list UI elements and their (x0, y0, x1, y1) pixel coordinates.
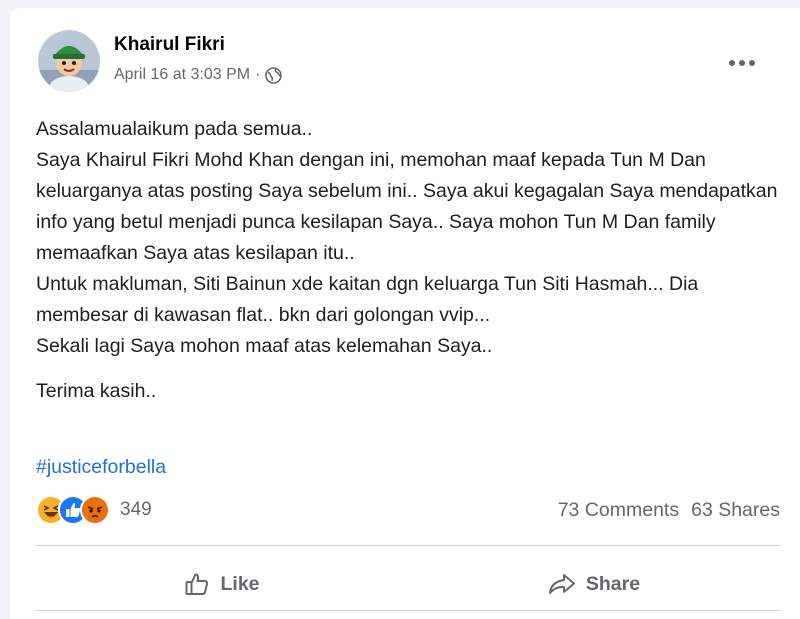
shares-count[interactable]: 63 Shares (691, 499, 780, 522)
engagement-counts: 73 Comments 63 Shares (558, 499, 780, 522)
post-paragraph: Sekali lagi Saya mohon maaf atas kelemah… (36, 335, 493, 357)
post-stats: 349 73 Comments 63 Shares (36, 495, 780, 529)
share-arrow-icon (548, 571, 576, 597)
post-body: Assalamualaikum pada semua.. Saya Khairu… (36, 114, 781, 407)
thumbs-up-icon (184, 571, 210, 597)
action-bar: Like Share (36, 549, 780, 619)
post-meta: April 16 at 3:03 PM · (114, 66, 283, 84)
post-paragraph: Untuk makluman, Siti Bainun xde kaitan d… (36, 273, 699, 326)
share-button[interactable]: Share (408, 549, 780, 619)
angry-reaction-icon (80, 495, 110, 525)
share-label: Share (585, 572, 641, 595)
post-header: Khairul Fikri April 16 at 3:03 PM · (38, 30, 780, 94)
avatar[interactable] (38, 30, 100, 92)
divider (36, 545, 780, 546)
author-name[interactable]: Khairul Fikri (114, 34, 225, 56)
divider (36, 610, 780, 611)
post-timestamp[interactable]: April 16 at 3:03 PM (114, 66, 250, 84)
reaction-count: 349 (120, 499, 152, 520)
like-button[interactable]: Like (36, 549, 408, 619)
reactions-summary[interactable]: 349 (36, 495, 152, 525)
more-options-icon[interactable] (722, 48, 762, 78)
post-paragraph: Saya Khairul Fikri Mohd Khan dengan ini,… (36, 149, 778, 264)
comments-count[interactable]: 73 Comments (558, 499, 679, 522)
globe-icon[interactable] (265, 66, 283, 84)
post-card: Khairul Fikri April 16 at 3:03 PM · Assa… (10, 8, 800, 619)
post-paragraph: Terima kasih.. (36, 380, 157, 402)
hashtag-link[interactable]: #justiceforbella (36, 456, 166, 479)
like-label: Like (220, 572, 260, 595)
meta-separator: · (255, 66, 261, 83)
post-paragraph: Assalamualaikum pada semua.. (36, 118, 313, 140)
